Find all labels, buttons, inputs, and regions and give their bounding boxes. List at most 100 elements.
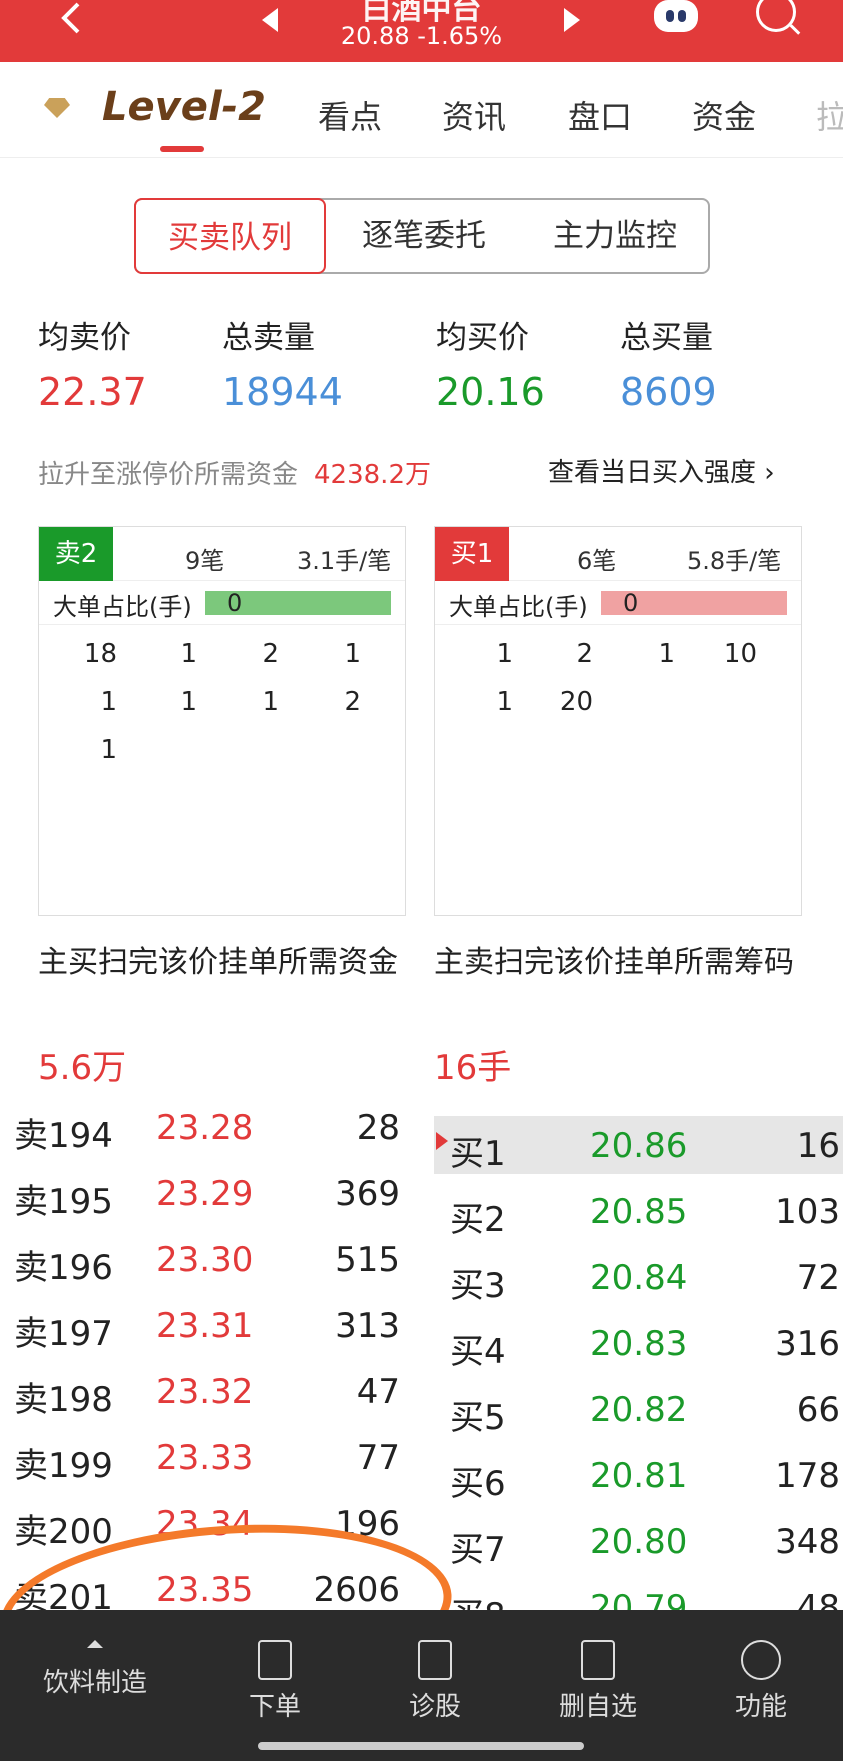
search-icon[interactable]	[756, 0, 796, 32]
buy-level-volume: 72	[796, 1258, 840, 1298]
buy-book-row[interactable]: 买2 20.85 103	[450, 1182, 840, 1242]
buy-book-row[interactable]: 买7 20.80 348	[450, 1512, 840, 1572]
sell-big-order-label: 大单占比(手)	[53, 593, 192, 621]
buy-queue-cell: 1	[496, 687, 513, 717]
next-stock-icon[interactable]	[562, 8, 580, 32]
sell-book-row[interactable]: 卖199 23.33 77	[14, 1428, 400, 1488]
nav-remove-watchlist[interactable]: 删自选	[548, 1640, 648, 1723]
buy-strength-link[interactable]: 查看当日买入强度 ›	[548, 452, 775, 489]
sell-level-volume: 28	[356, 1108, 400, 1148]
buy-level-volume: 316	[775, 1324, 840, 1364]
buy-book-row[interactable]: 买1 20.86 16	[450, 1116, 840, 1176]
buy-level-badge: 买1	[435, 527, 509, 581]
nav-industry[interactable]: 饮料制造	[30, 1640, 160, 1699]
robot-assistant-icon[interactable]	[654, 0, 698, 32]
home-indicator[interactable]	[258, 1742, 584, 1750]
buy-level-volume: 16	[796, 1126, 840, 1166]
sell-queue-header: 卖2 9笔 3.1手/笔	[39, 527, 405, 581]
segment-tick-orders[interactable]: 逐笔委托	[328, 200, 520, 272]
buy-book-row[interactable]: 买4 20.83 316	[450, 1314, 840, 1374]
nav-order-label: 下单	[248, 1692, 301, 1722]
sell-book-row[interactable]: 卖195 23.29 369	[14, 1164, 400, 1224]
triangle-up-icon	[87, 1640, 103, 1648]
segment-order-queue[interactable]: 买卖队列	[134, 198, 326, 274]
buy-per-order: 5.8手/笔	[687, 547, 782, 575]
sell-level-price: 23.33	[156, 1438, 254, 1478]
buy-level-price: 20.85	[590, 1192, 688, 1232]
buy-level-volume: 66	[796, 1390, 840, 1430]
sell-queue-panel: 卖2 9笔 3.1手/笔 大单占比(手) 0 18 1 2 1 1 1 1 2 1	[38, 526, 406, 916]
buy-book-row[interactable]: 买3 20.84 72	[450, 1248, 840, 1308]
detail-tab-bar: Level-2 看点 资讯 盘口 资金 拉	[0, 62, 843, 158]
top-bar: 白酒中台 20.88 -1.65%	[0, 0, 843, 62]
sell-book-row[interactable]: 卖194 23.28 28	[14, 1098, 400, 1158]
sell-book-row[interactable]: 卖196 23.30 515	[14, 1230, 400, 1290]
sell-queue-cell: 18	[83, 639, 117, 669]
buy-queue-cell: 1	[496, 639, 513, 669]
buy-queue-cell: 2	[576, 639, 593, 669]
sell-order-count: 9笔	[185, 547, 225, 575]
sell-level-label: 卖195	[14, 1182, 113, 1222]
sell-level-volume: 77	[356, 1438, 400, 1478]
nav-remove-watchlist-label: 删自选	[558, 1692, 637, 1722]
sell-level-price: 23.28	[156, 1108, 254, 1148]
buy-level-volume: 348	[775, 1522, 840, 1562]
sell-level-badge: 卖2	[39, 527, 113, 581]
nav-functions[interactable]: 功能	[716, 1640, 806, 1723]
buy-queue-header: 买1 6笔 5.8手/笔	[435, 527, 801, 581]
sell-book-row[interactable]: 卖197 23.31 313	[14, 1296, 400, 1356]
avg-buy-label: 均买价	[436, 320, 529, 356]
buy-queue-panel: 买1 6笔 5.8手/笔 大单占比(手) 0 1 2 1 10 1 20	[434, 526, 802, 916]
sweep-buy-value: 5.6万	[38, 1048, 127, 1088]
nav-diagnose-label: 诊股	[408, 1692, 461, 1722]
tab-highlights[interactable]: 看点	[318, 92, 382, 138]
tab-funds[interactable]: 资金	[692, 92, 756, 138]
buy-level-volume: 103	[775, 1192, 840, 1232]
limit-up-capital: 拉升至涨停价所需资金 4238.2万	[38, 454, 431, 491]
buy-queue-cell: 10	[723, 639, 757, 669]
sell-queue-cell: 1	[100, 735, 117, 765]
buy-big-order-bar: 0	[601, 589, 787, 617]
segment-main-monitor[interactable]: 主力监控	[520, 200, 710, 272]
nav-functions-label: 功能	[734, 1692, 787, 1722]
sweep-sell-text: 主卖扫完该价挂单所需筹码	[434, 945, 794, 980]
sell-queue-cell: 1	[180, 639, 197, 669]
sell-level-volume: 313	[335, 1306, 400, 1346]
total-buy-label: 总买量	[620, 320, 713, 356]
buy-level-label: 买3	[450, 1266, 506, 1306]
sell-queue-cell: 1	[262, 687, 279, 717]
sell-level-price: 23.29	[156, 1174, 254, 1214]
sell-level-volume: 369	[335, 1174, 400, 1214]
sell-level-price: 23.31	[156, 1306, 254, 1346]
buy-book-row[interactable]: 买5 20.82 66	[450, 1380, 840, 1440]
tab-level2[interactable]: Level-2	[102, 84, 266, 130]
buy-level-price: 20.86	[590, 1126, 688, 1166]
sell-level-label: 卖194	[14, 1116, 113, 1156]
tab-news[interactable]: 资讯	[442, 92, 506, 138]
sell-queue-cell: 1	[180, 687, 197, 717]
tab-quote-panel[interactable]: 盘口	[568, 92, 632, 138]
buy-level-label: 买5	[450, 1398, 506, 1438]
tab-more[interactable]: 拉	[816, 92, 843, 138]
nav-order[interactable]: 下单	[230, 1640, 320, 1723]
buy-big-order-row: 大单占比(手) 0	[435, 581, 801, 625]
buy-level-label: 买6	[450, 1464, 506, 1504]
total-sell-value: 18944	[222, 370, 343, 414]
bottom-nav: 饮料制造 下单 诊股 删自选 功能	[0, 1610, 843, 1761]
total-buy-value: 8609	[620, 370, 717, 414]
diamond-icon	[44, 98, 70, 118]
stock-price-change: 20.88 -1.65%	[340, 22, 503, 50]
nav-diagnose[interactable]: 诊股	[390, 1640, 480, 1723]
buy-queue-cell: 1	[658, 639, 675, 669]
buy-level-label: 买1	[450, 1134, 506, 1174]
sell-book-row[interactable]: 卖198 23.32 47	[14, 1362, 400, 1422]
menu-icon	[741, 1640, 781, 1680]
order-icon	[258, 1640, 292, 1680]
buy-big-order-label: 大单占比(手)	[449, 593, 588, 621]
remove-watchlist-icon	[581, 1640, 615, 1680]
buy-book-row[interactable]: 买6 20.81 178	[450, 1446, 840, 1506]
sell-level-label: 卖196	[14, 1248, 113, 1288]
buy-level-volume: 178	[775, 1456, 840, 1496]
sell-level-label: 卖197	[14, 1314, 113, 1354]
sell-level-volume: 47	[356, 1372, 400, 1412]
